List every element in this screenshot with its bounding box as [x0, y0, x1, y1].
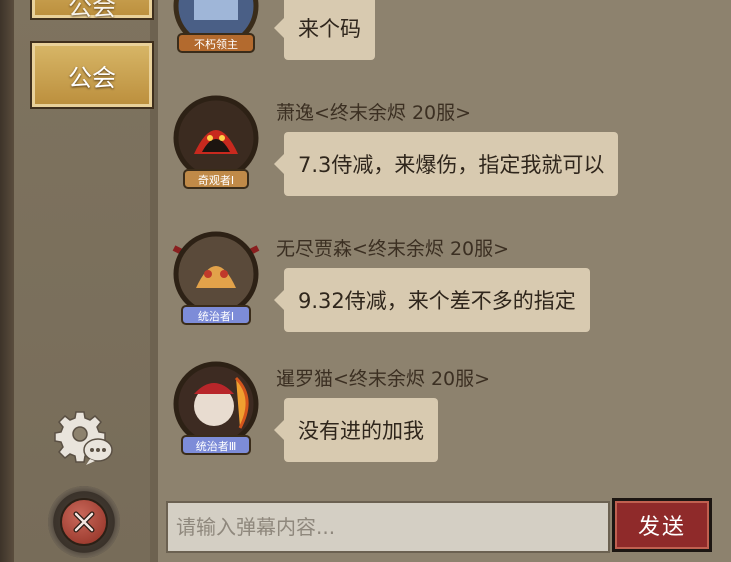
sidebar: 公会 公会 [0, 0, 158, 562]
avatar-badge-text: 统治者Ⅰ [198, 309, 234, 323]
chat-settings-button[interactable] [52, 408, 114, 466]
avatar-badge-text: 不朽领主 [194, 37, 238, 51]
send-button-label: 发送 [637, 515, 686, 540]
composer-bar: 发送 [158, 497, 731, 562]
sender-name: 萧逸<终末余烬 20服> [276, 102, 472, 124]
avatar: 不朽领主 [173, 0, 259, 53]
avatar: 奇观者Ⅰ [173, 95, 259, 189]
send-button[interactable]: 发送 [612, 498, 712, 552]
message-bubble: 9.32侍减，来个差不多的指定 [274, 268, 590, 332]
message-text: 7.3侍减，来爆伤，指定我就可以 [298, 153, 605, 177]
tab-partial-top-label: 公会 [68, 0, 116, 21]
close-icon [60, 498, 108, 546]
chat-message-list[interactable]: 不朽领主 来个码 奇观者Ⅰ 萧逸<终末余烬 20服> 7.3侍减，来爆伤，指定我… [158, 0, 731, 497]
tab-partial-top[interactable]: 公会 [30, 0, 154, 21]
message-text: 9.32侍减，来个差不多的指定 [298, 289, 576, 313]
avatar: 统治者Ⅲ [173, 361, 259, 455]
sender-name: 无尽贾森<终末余烬 20服> [276, 238, 510, 260]
sender-name: 暹罗猫<终末余烬 20服> [276, 368, 491, 390]
message-text: 来个码 [298, 17, 361, 41]
sidebar-frame [0, 0, 14, 562]
message-bubble: 来个码 [274, 0, 375, 60]
danmaku-input[interactable] [166, 501, 610, 553]
message-text: 没有进的加我 [298, 419, 424, 443]
tab-guild-label: 公会 [68, 63, 116, 92]
message-bubble: 没有进的加我 [274, 398, 438, 462]
close-button[interactable] [48, 486, 120, 558]
tab-guild[interactable]: 公会 [30, 41, 154, 109]
gear-chat-icon [54, 411, 113, 465]
avatar: 统治者Ⅰ [172, 231, 260, 325]
avatar-badge-text: 奇观者Ⅰ [198, 174, 234, 187]
avatar-badge-text: 统治者Ⅲ [196, 439, 237, 453]
message-bubble: 7.3侍减，来爆伤，指定我就可以 [273, 132, 619, 196]
